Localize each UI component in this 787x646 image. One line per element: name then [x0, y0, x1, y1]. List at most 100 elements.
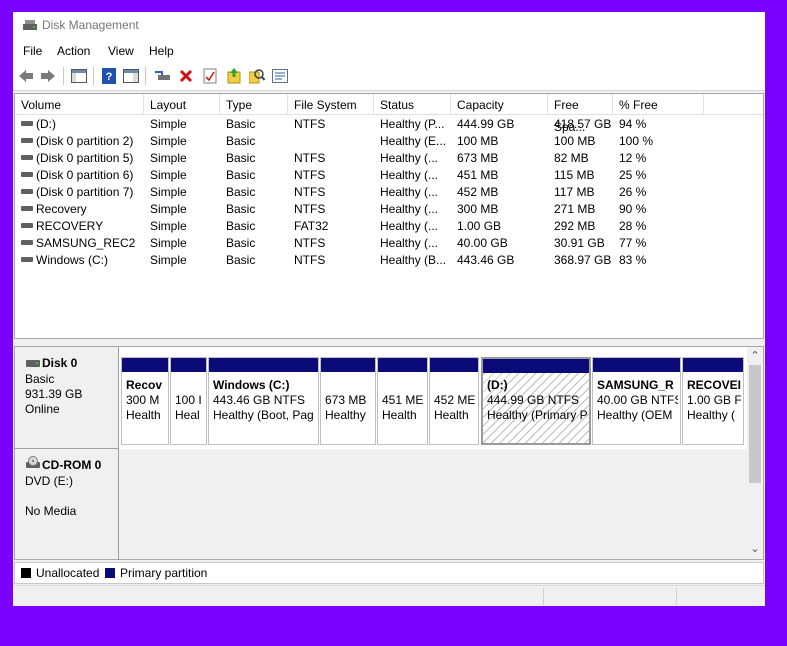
disk-0-state: Online — [25, 402, 60, 416]
table-row[interactable]: (Disk 0 partition 7) Simple Basic NTFS Healt… — [15, 184, 763, 201]
scroll-down-arrow-icon[interactable]: ⌄ — [747, 543, 763, 559]
table-row[interactable]: (Disk 0 partition 2) Simple Basic Healthy (… — [15, 133, 763, 150]
cell-text: Simple — [150, 236, 187, 250]
disk-graph-view: Disk 0 Basic 931.39 GB Online Recov 300 … — [14, 346, 764, 560]
primary-partition-bar — [122, 358, 168, 372]
scroll-up-arrow-icon[interactable]: ⌃ — [747, 347, 763, 363]
table-cell — [294, 133, 374, 150]
table-cell: 90 % — [619, 201, 699, 218]
properties-icon[interactable] — [201, 67, 219, 85]
cdrom-0-name: CD-ROM 0 — [42, 458, 102, 472]
forward-arrow-icon[interactable] — [39, 67, 57, 85]
partition-status: Healthy (Boot, Pag — [213, 408, 314, 422]
delete-icon[interactable] — [177, 67, 195, 85]
cell-text: 368.97 GB — [554, 253, 612, 267]
cdrom-0-label[interactable]: CD-ROM 0 DVD (E:) No Media — [15, 449, 119, 559]
scroll-thumb[interactable] — [749, 365, 761, 483]
table-row[interactable]: Recovery Simple Basic NTFS Healthy (... 300 M… — [15, 201, 763, 218]
table-cell: Healthy (... — [380, 167, 450, 184]
partition-samsung-rec2[interactable]: SAMSUNG_R 40.00 GB NTFS Healthy (OEM — [592, 357, 681, 445]
table-cell: (Disk 0 partition 6) — [21, 167, 143, 184]
title-bar[interactable]: Disk Management — [13, 12, 765, 40]
partition-size: 40.00 GB NTFS — [597, 393, 678, 407]
partition-disk0-partition2[interactable]: 100 I Heal — [170, 357, 207, 445]
volume-icon — [21, 240, 33, 246]
partition-recovery[interactable]: Recov 300 M Health — [121, 357, 169, 445]
table-cell: NTFS — [294, 116, 374, 133]
partition-disk0-partition7[interactable]: 452 ME Health — [429, 357, 479, 445]
cell-text: 444.99 GB — [457, 117, 515, 131]
table-cell: Basic — [226, 235, 288, 252]
table-cell: Basic — [226, 218, 288, 235]
list-view-icon[interactable] — [271, 67, 289, 85]
connect-disk-icon[interactable] — [154, 67, 172, 85]
table-row[interactable]: (D:) Simple Basic NTFS Healthy (P... 444.99 G… — [15, 116, 763, 133]
cell-text: 117 MB — [554, 185, 595, 199]
menu-view[interactable]: View — [108, 44, 134, 58]
primary-partition-bar — [378, 358, 427, 372]
table-row[interactable]: Windows (C:) Simple Basic NTFS Healthy (B...… — [15, 252, 763, 269]
cell-text: 28 % — [619, 219, 647, 233]
cell-text: (Disk 0 partition 7) — [36, 185, 134, 199]
partition-windows-c[interactable]: Windows (C:) 443.46 GB NTFS Healthy (Boo… — [208, 357, 319, 445]
column-header-percent-free[interactable]: % Free — [613, 94, 704, 114]
disk-0-label[interactable]: Disk 0 Basic 931.39 GB Online — [15, 347, 119, 449]
table-cell: Windows (C:) — [21, 252, 143, 269]
table-cell: Simple — [150, 116, 220, 133]
cell-text: Simple — [150, 134, 187, 148]
cell-text: Simple — [150, 253, 187, 267]
menu-file[interactable]: File — [23, 44, 42, 58]
help-icon[interactable]: ? — [100, 67, 118, 85]
column-header-capacity[interactable]: Capacity — [451, 94, 548, 114]
cell-text: 452 MB — [457, 185, 499, 199]
column-header-type[interactable]: Type — [220, 94, 288, 114]
partition-status: Healthy ( — [687, 408, 736, 422]
partition-recovery-fat32[interactable]: RECOVEI 1.00 GB F Healthy ( — [682, 357, 744, 445]
cell-text: 40.00 GB — [457, 236, 508, 250]
cell-text: Healthy (... — [380, 219, 439, 233]
cell-text: NTFS — [294, 185, 326, 199]
partition-label: Recov — [126, 378, 163, 392]
disk-management-icon — [23, 20, 37, 30]
cell-text: 12 % — [619, 151, 647, 165]
column-header-status[interactable]: Status — [374, 94, 451, 114]
table-row[interactable]: SAMSUNG_REC2 Simple Basic NTFS Healthy (... 4… — [15, 235, 763, 252]
table-cell: FAT32 — [294, 218, 374, 235]
back-arrow-icon[interactable] — [17, 67, 35, 85]
search-icon[interactable] — [248, 67, 266, 85]
partition-disk0-partition6[interactable]: 451 ME Health — [377, 357, 428, 445]
partition-size: 451 ME — [382, 393, 424, 407]
table-row[interactable]: (Disk 0 partition 6) Simple Basic NTFS Healt… — [15, 167, 763, 184]
graph-vertical-scrollbar[interactable]: ⌃ ⌄ — [747, 347, 763, 559]
column-header-free-space[interactable]: Free Spa... — [548, 94, 613, 134]
refresh-up-icon[interactable] — [225, 67, 243, 85]
menu-action[interactable]: Action — [57, 44, 90, 58]
partition-size: 300 M — [126, 393, 160, 407]
column-header-file-system[interactable]: File System — [288, 94, 374, 114]
menu-help[interactable]: Help — [149, 44, 174, 58]
cell-text: 300 MB — [457, 202, 499, 216]
table-cell: 82 MB — [554, 150, 614, 167]
disk-management-window: Disk Management File Action View Help ? — [13, 12, 765, 606]
table-cell: Healthy (... — [380, 218, 450, 235]
toolbar-separator — [63, 67, 64, 85]
partition-disk0-partition5[interactable]: 673 MB Healthy — [320, 357, 376, 445]
table-cell: Healthy (... — [380, 184, 450, 201]
cell-text: NTFS — [294, 253, 326, 267]
table-row[interactable]: RECOVERY Simple Basic FAT32 Healthy (... 1.00… — [15, 218, 763, 235]
console-tree-icon[interactable] — [70, 67, 88, 85]
table-cell: Basic — [226, 252, 288, 269]
partition-d-selected[interactable]: (D:) 444.99 GB NTFS Healthy (Primary P — [481, 357, 591, 445]
column-header-volume[interactable]: Volume — [15, 94, 144, 114]
table-cell: RECOVERY — [21, 218, 143, 235]
cell-text: Healthy (... — [380, 236, 439, 250]
volume-icon — [21, 206, 33, 212]
table-cell: Basic — [226, 133, 288, 150]
action-pane-icon[interactable] — [122, 67, 140, 85]
table-cell: Simple — [150, 167, 220, 184]
table-cell: 292 MB — [554, 218, 614, 235]
disk-drive-icon — [26, 360, 40, 367]
column-header-layout[interactable]: Layout — [144, 94, 220, 114]
cell-text: 94 % — [619, 117, 647, 131]
table-row[interactable]: (Disk 0 partition 5) Simple Basic NTFS Healt… — [15, 150, 763, 167]
